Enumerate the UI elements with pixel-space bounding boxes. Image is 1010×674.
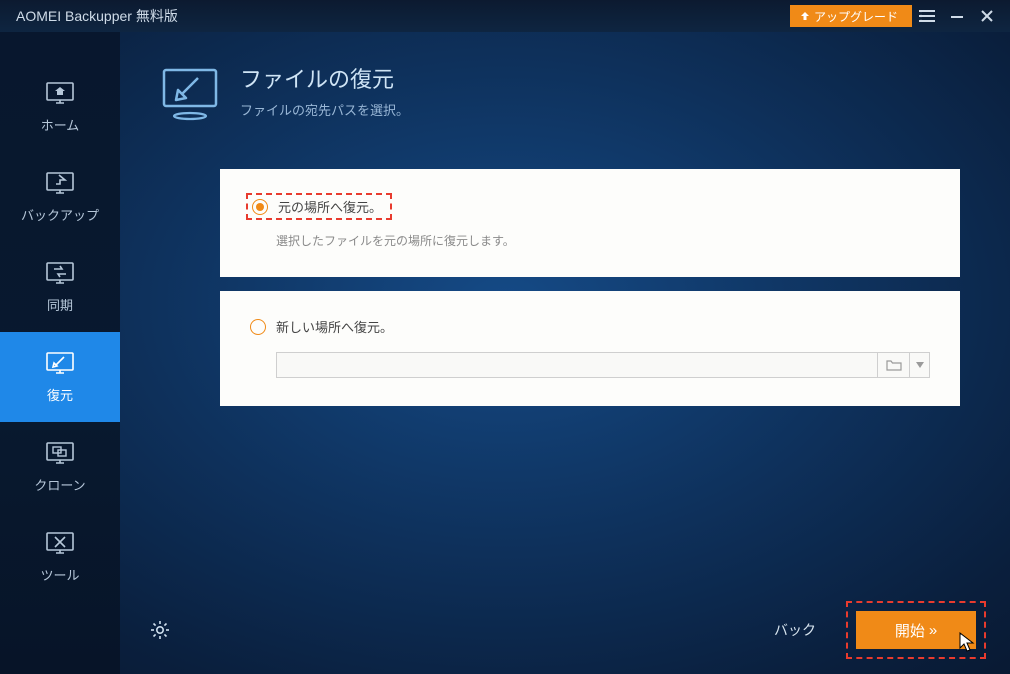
sidebar-item-clone[interactable]: クローン: [0, 422, 120, 512]
app-title: AOMEI Backupper 無料版: [16, 6, 790, 26]
menu-icon[interactable]: [912, 0, 942, 32]
close-icon[interactable]: [972, 0, 1002, 32]
sidebar: ホーム バックアップ 同期 復元 クローン ツール: [0, 32, 120, 674]
radio-restore-new[interactable]: 新しい場所へ復元。: [250, 317, 930, 336]
browse-folder-button[interactable]: [878, 352, 910, 378]
sidebar-item-home[interactable]: ホーム: [0, 62, 120, 152]
gear-icon: [150, 620, 170, 640]
clone-monitor-icon: [45, 441, 75, 467]
page-title: ファイルの復元: [240, 62, 409, 94]
settings-button[interactable]: [144, 614, 176, 646]
folder-icon: [886, 359, 902, 371]
upgrade-arrow-icon: [800, 11, 810, 21]
destination-path-input[interactable]: [276, 352, 878, 378]
page-subtitle: ファイルの宛先パスを選択。: [240, 100, 409, 119]
start-label: 開始: [895, 620, 925, 641]
sidebar-item-restore[interactable]: 復元: [0, 332, 120, 422]
sidebar-item-label: ツール: [40, 565, 79, 584]
panel-restore-new: 新しい場所へ復元。: [220, 291, 960, 406]
restore-monitor-icon: [45, 351, 75, 377]
upgrade-label: アップグレード: [814, 8, 898, 25]
page-header: ファイルの復元 ファイルの宛先パスを選択。: [120, 32, 1010, 129]
sidebar-item-tools[interactable]: ツール: [0, 512, 120, 602]
back-button[interactable]: バック: [774, 620, 816, 640]
footer-bar: バック 開始 »: [120, 586, 1010, 674]
double-chevron-right-icon: »: [929, 622, 937, 639]
radio-label: 元の場所へ復元。: [278, 197, 382, 216]
sidebar-item-backup[interactable]: バックアップ: [0, 152, 120, 242]
tools-monitor-icon: [45, 531, 75, 557]
content-area: ファイルの復元 ファイルの宛先パスを選択。 元の場所へ復元。 選択したファイルを…: [120, 32, 1010, 674]
sync-monitor-icon: [45, 261, 75, 287]
radio-empty-icon: [250, 319, 266, 335]
path-dropdown-button[interactable]: [910, 352, 930, 378]
radio-label: 新しい場所へ復元。: [276, 317, 393, 336]
titlebar: AOMEI Backupper 無料版 アップグレード: [0, 0, 1010, 32]
home-monitor-icon: [45, 81, 75, 107]
sidebar-item-label: ホーム: [41, 115, 80, 134]
sidebar-item-label: バックアップ: [21, 205, 99, 224]
panel-description: 選択したファイルを元の場所に復元します。: [276, 232, 930, 249]
sidebar-item-label: クローン: [34, 475, 85, 494]
radio-restore-original[interactable]: 元の場所へ復元。: [252, 197, 382, 216]
start-button[interactable]: 開始 »: [856, 611, 976, 649]
minimize-icon[interactable]: [942, 0, 972, 32]
highlight-original-radio: 元の場所へ復元。: [246, 193, 392, 220]
upgrade-button[interactable]: アップグレード: [790, 5, 912, 27]
sidebar-item-label: 復元: [47, 385, 73, 404]
mouse-cursor-icon: [958, 631, 978, 653]
sidebar-item-label: 同期: [47, 295, 73, 314]
sidebar-item-sync[interactable]: 同期: [0, 242, 120, 332]
highlight-start-button: 開始 »: [846, 601, 986, 659]
panel-restore-original: 元の場所へ復元。 選択したファイルを元の場所に復元します。: [220, 169, 960, 277]
page-header-icon: [160, 66, 220, 116]
radio-dot-icon: [252, 199, 268, 215]
chevron-down-icon: [916, 362, 924, 368]
backup-monitor-icon: [45, 171, 75, 197]
